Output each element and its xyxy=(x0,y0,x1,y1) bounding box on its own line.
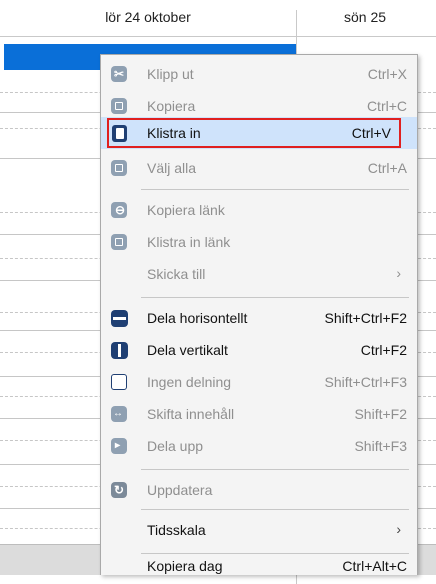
menu-item-copy-day[interactable]: Kopiera dag Ctrl+Alt+C xyxy=(101,557,417,575)
menu-separator xyxy=(141,469,409,470)
menu-item-label: Kopiera dag xyxy=(147,558,223,574)
menu-item-label: Dela upp xyxy=(147,438,204,454)
split-vertical-icon xyxy=(109,340,129,360)
menu-item-paste[interactable]: Klistra in Ctrl+V xyxy=(101,117,417,149)
menu-item-shortcut: Ctrl+X xyxy=(367,66,407,82)
menu-item-send-to[interactable]: Skicka till › xyxy=(101,257,417,291)
paste-link-icon xyxy=(109,232,129,252)
menu-item-shortcut: Shift+Ctrl+F3 xyxy=(324,374,407,390)
menu-item-split-horizontal[interactable]: Dela horisontellt Shift+Ctrl+F2 xyxy=(101,301,417,335)
copy-icon xyxy=(109,96,129,116)
menu-separator xyxy=(141,553,409,554)
day-header-saturday[interactable]: lör 24 oktober xyxy=(0,9,296,25)
menu-item-shortcut: Ctrl+C xyxy=(366,98,407,114)
menu-item-shortcut: Shift+Ctrl+F2 xyxy=(324,310,407,326)
chevron-right-icon: › xyxy=(396,265,401,281)
menu-item-select-all[interactable]: Välj alla Ctrl+A xyxy=(101,151,417,185)
menu-item-label: Klistra in länk xyxy=(147,234,231,250)
menu-item-label: Klipp ut xyxy=(147,66,194,82)
menu-item-label: Skicka till xyxy=(147,266,206,282)
menu-item-shortcut: Shift+F3 xyxy=(354,438,407,454)
menu-item-shortcut: Ctrl+Alt+C xyxy=(342,558,407,574)
menu-item-label: Uppdatera xyxy=(147,482,213,498)
menu-item-refresh[interactable]: ↻ Uppdatera xyxy=(101,473,417,507)
menu-item-shortcut: Ctrl+A xyxy=(367,160,407,176)
split-up-icon: ▸ xyxy=(109,436,129,456)
context-menu: ✂ Klipp ut Ctrl+X Kopiera Ctrl+C Klistra… xyxy=(100,54,418,575)
calendar-header: lör 24 oktober sön 25 xyxy=(0,0,436,37)
chevron-right-icon: › xyxy=(396,521,401,537)
menu-item-label: Klistra in xyxy=(147,125,201,141)
menu-item-label: Dela vertikalt xyxy=(147,342,228,358)
menu-item-swap-content[interactable]: ↔ Skifta innehåll Shift+F2 xyxy=(101,397,417,431)
select-all-icon xyxy=(109,158,129,178)
menu-item-label: Kopiera xyxy=(147,98,196,114)
menu-item-split-up[interactable]: ▸ Dela upp Shift+F3 xyxy=(101,429,417,463)
split-horizontal-icon xyxy=(109,308,129,328)
menu-separator xyxy=(141,509,409,510)
menu-item-label: Skifta innehåll xyxy=(147,406,235,422)
menu-item-shortcut: Shift+F2 xyxy=(354,406,407,422)
menu-item-copy-link[interactable]: ⊖ Kopiera länk xyxy=(101,193,417,227)
menu-item-split-vertical[interactable]: Dela vertikalt Ctrl+F2 xyxy=(101,333,417,367)
refresh-icon: ↻ xyxy=(109,480,129,500)
menu-item-shortcut: Ctrl+F2 xyxy=(360,342,407,358)
menu-item-label: Välj alla xyxy=(147,160,197,176)
menu-item-no-split[interactable]: Ingen delning Shift+Ctrl+F3 xyxy=(101,365,417,399)
menu-separator xyxy=(141,297,409,298)
paste-icon xyxy=(109,123,129,143)
menu-item-paste-link[interactable]: Klistra in länk xyxy=(101,225,417,259)
menu-separator xyxy=(141,189,409,190)
scissors-icon: ✂ xyxy=(109,64,129,84)
menu-item-label: Ingen delning xyxy=(147,374,232,390)
menu-item-shortcut: Ctrl+V xyxy=(351,125,391,141)
copy-link-icon: ⊖ xyxy=(109,200,129,220)
menu-item-time-scale[interactable]: Tidsskala › xyxy=(101,513,417,547)
day-header-sunday[interactable]: sön 25 xyxy=(344,9,436,25)
no-split-icon xyxy=(109,372,129,392)
menu-item-cut[interactable]: ✂ Klipp ut Ctrl+X xyxy=(101,57,417,91)
swap-content-icon: ↔ xyxy=(109,404,129,424)
menu-item-label: Kopiera länk xyxy=(147,202,225,218)
menu-item-label: Tidsskala xyxy=(147,522,206,538)
menu-item-label: Dela horisontellt xyxy=(147,310,248,326)
